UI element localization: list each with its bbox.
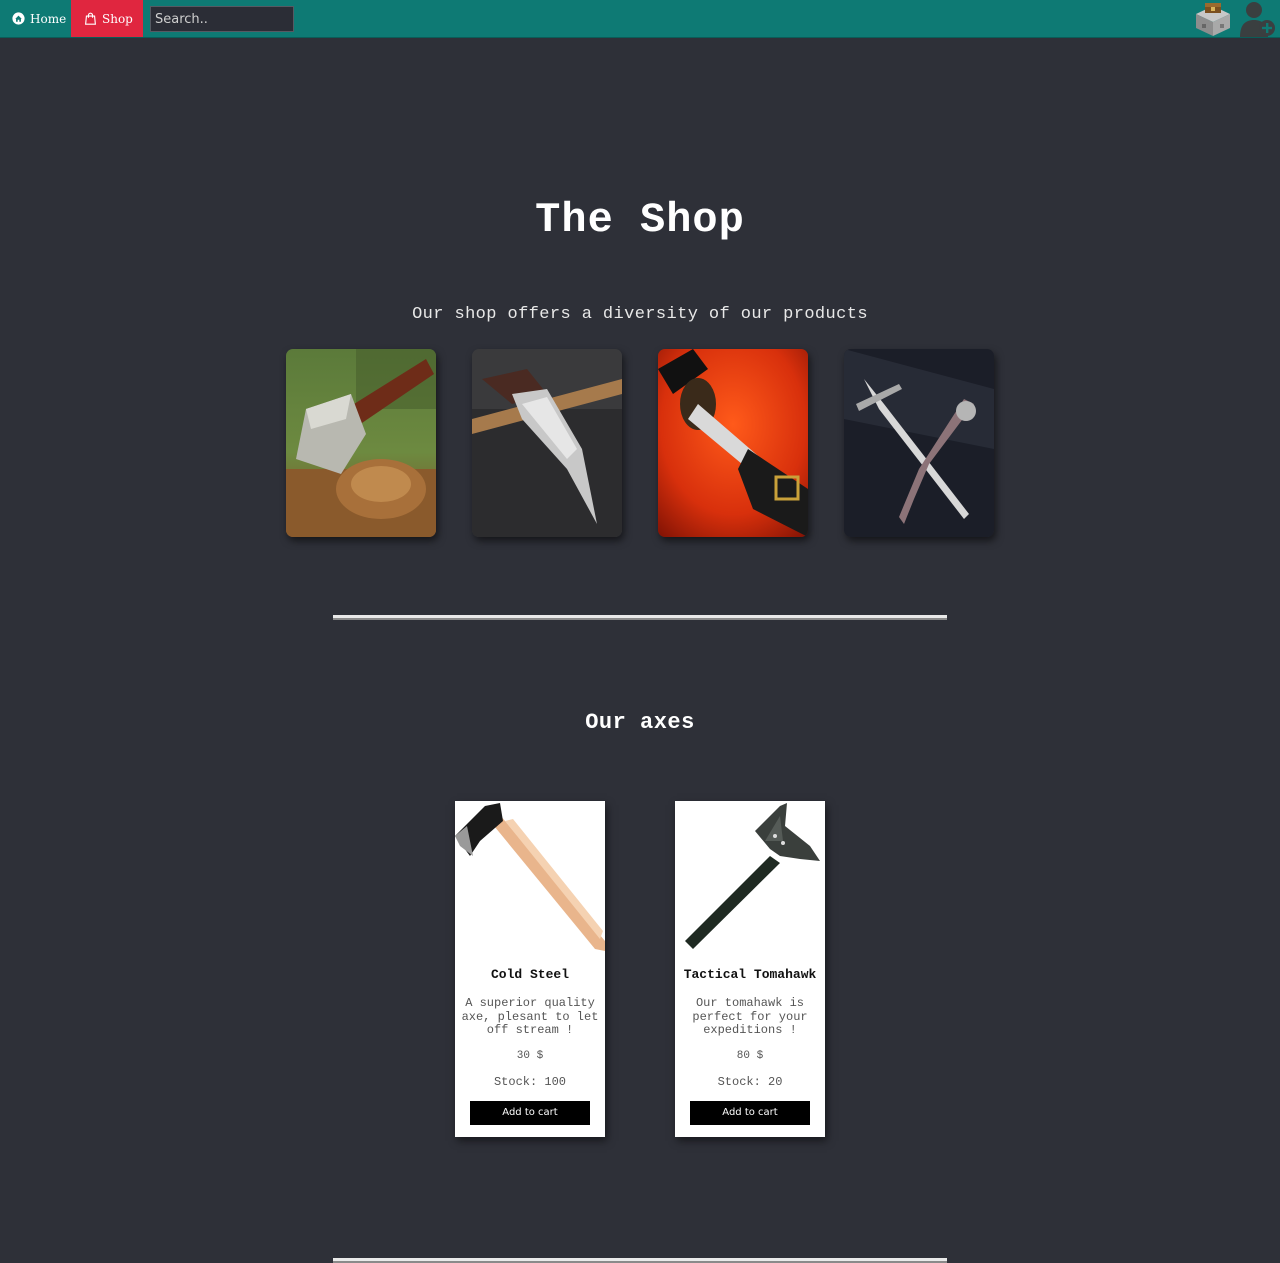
- product-card-tactical-tomahawk: Tactical Tomahawk Our tomahawk is perfec…: [675, 801, 825, 1137]
- product-description: Our tomahawk is perfect for your expedit…: [692, 996, 808, 1037]
- product-name: Cold Steel: [490, 967, 569, 982]
- nav-shop-label: Shop: [102, 11, 133, 26]
- product-card-cold-steel: Cold Steel A superior quality axe, plesa…: [455, 801, 605, 1137]
- section-divider: [333, 615, 947, 620]
- shopping-bag-icon: [84, 12, 97, 25]
- felling-axe-image: [455, 801, 605, 951]
- page-title: The Shop: [535, 196, 745, 244]
- nav-home-label: Home: [30, 11, 67, 26]
- shop-chest-icon[interactable]: [1192, 0, 1234, 37]
- search-input[interactable]: [150, 6, 294, 32]
- add-to-cart-button[interactable]: Add to cart: [470, 1101, 590, 1125]
- axes-section-title: Our axes: [585, 710, 695, 735]
- top-navbar: Home Shop: [0, 0, 1280, 38]
- tomahawk-image: [675, 801, 825, 951]
- product-stock: Stock: 100: [493, 1075, 566, 1089]
- section-divider: [333, 1258, 947, 1263]
- add-user-icon[interactable]: [1236, 0, 1278, 37]
- nav-shop-link[interactable]: Shop: [71, 0, 143, 37]
- product-name: Tactical Tomahawk: [683, 967, 817, 982]
- add-to-cart-button[interactable]: Add to cart: [690, 1101, 810, 1125]
- dagger-pair-photo: [844, 349, 994, 537]
- folding-knife-photo: [472, 349, 622, 537]
- product-description: A superior quality axe, plesant to let o…: [461, 996, 599, 1037]
- nav-home-link[interactable]: Home: [0, 0, 71, 37]
- home-icon: [12, 12, 25, 25]
- product-price: 80 $: [736, 1050, 764, 1062]
- product-price: 30 $: [516, 1050, 544, 1062]
- katana-on-red-silk-photo: [658, 349, 808, 537]
- page-subtitle: Our shop offers a diversity of our produ…: [412, 305, 868, 324]
- product-stock: Stock: 20: [717, 1075, 783, 1089]
- axe-on-stump-photo: [286, 349, 436, 537]
